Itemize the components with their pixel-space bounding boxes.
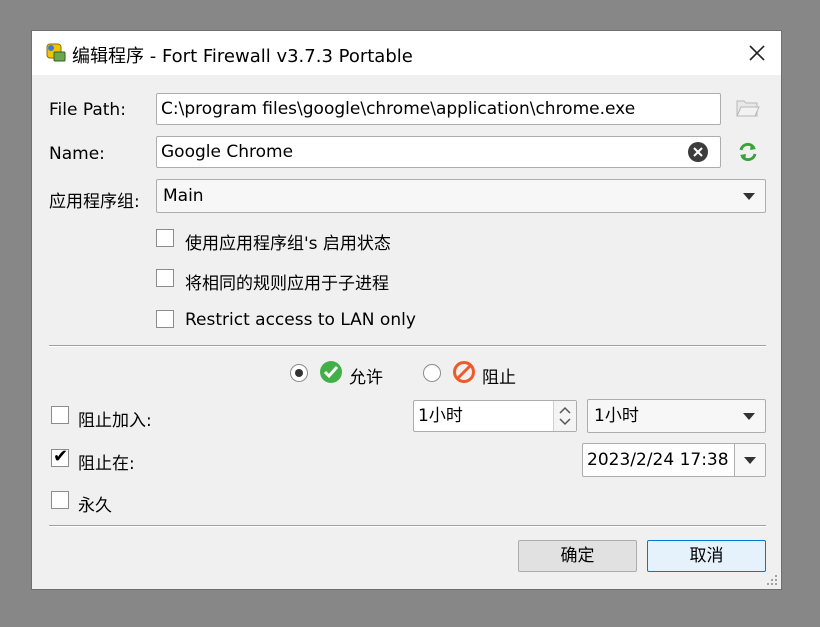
- block-join-spinbox[interactable]: 1小时: [413, 400, 577, 432]
- title-bar: 编辑程序 - Fort Firewall v3.7.3 Portable: [32, 31, 781, 75]
- spin-buttons[interactable]: [553, 401, 576, 431]
- use-group-state-label: 使用应用程序组's 启用状态: [185, 234, 391, 254]
- block-join-unit-select[interactable]: 1小时: [587, 399, 766, 433]
- close-icon: [749, 45, 765, 61]
- cancel-button[interactable]: 取消: [647, 540, 766, 572]
- name-input[interactable]: Google Chrome: [156, 136, 721, 168]
- chevron-down-icon: [743, 413, 755, 420]
- lan-only-label: Restrict access to LAN only: [185, 310, 416, 330]
- chevron-down-icon: [744, 457, 756, 464]
- app-group-label: 应用程序组:: [49, 192, 140, 212]
- block-join-checkbox[interactable]: [51, 406, 69, 424]
- edit-program-dialog: 编辑程序 - Fort Firewall v3.7.3 Portable Fil…: [31, 30, 782, 590]
- separator: [49, 345, 766, 347]
- refresh-icon[interactable]: [737, 141, 759, 163]
- ok-button[interactable]: 确定: [518, 540, 637, 572]
- allow-check-icon: [320, 361, 342, 383]
- close-button[interactable]: [733, 31, 781, 75]
- forever-checkbox[interactable]: [51, 491, 69, 509]
- block-join-spin-value: 1小时: [418, 406, 463, 426]
- app-group-value: Main: [163, 186, 204, 206]
- file-path-input[interactable]: C:\program files\google\chrome\applicati…: [156, 93, 721, 125]
- datetime-dropdown-button[interactable]: [734, 444, 765, 476]
- allow-label: 允许: [349, 368, 383, 388]
- spin-arrows-icon: [559, 406, 571, 426]
- block-join-unit-value: 1小时: [594, 406, 639, 426]
- resize-grip-icon[interactable]: [765, 573, 779, 587]
- block-at-label: 阻止在:: [78, 454, 135, 474]
- name-input-value: Google Chrome: [161, 142, 294, 162]
- block-at-checkbox[interactable]: [51, 446, 69, 467]
- window-title: 编辑程序 - Fort Firewall v3.7.3 Portable: [72, 46, 413, 67]
- apply-child-processes-label: 将相同的规则应用于子进程: [185, 274, 389, 294]
- block-at-datetime[interactable]: 2023/2/24 17:38: [582, 443, 766, 477]
- forever-label: 永久: [78, 496, 112, 516]
- name-label: Name:: [49, 144, 105, 164]
- use-group-state-checkbox[interactable]: [156, 229, 174, 247]
- allow-radio[interactable]: [290, 364, 308, 382]
- app-icon: [46, 43, 66, 62]
- chevron-down-icon: [743, 193, 755, 200]
- block-radio[interactable]: [423, 364, 441, 382]
- app-group-select[interactable]: Main: [156, 179, 766, 213]
- file-path-label: File Path:: [49, 100, 126, 120]
- apply-child-processes-checkbox[interactable]: [156, 269, 174, 287]
- lan-only-checkbox[interactable]: [156, 310, 174, 328]
- block-label: 阻止: [482, 368, 516, 388]
- block-join-label: 阻止加入:: [78, 411, 152, 431]
- clear-icon[interactable]: [687, 141, 709, 163]
- folder-open-icon[interactable]: [735, 97, 761, 119]
- block-at-datetime-value: 2023/2/24 17:38: [587, 450, 729, 470]
- separator: [49, 525, 766, 527]
- block-icon: [453, 361, 475, 383]
